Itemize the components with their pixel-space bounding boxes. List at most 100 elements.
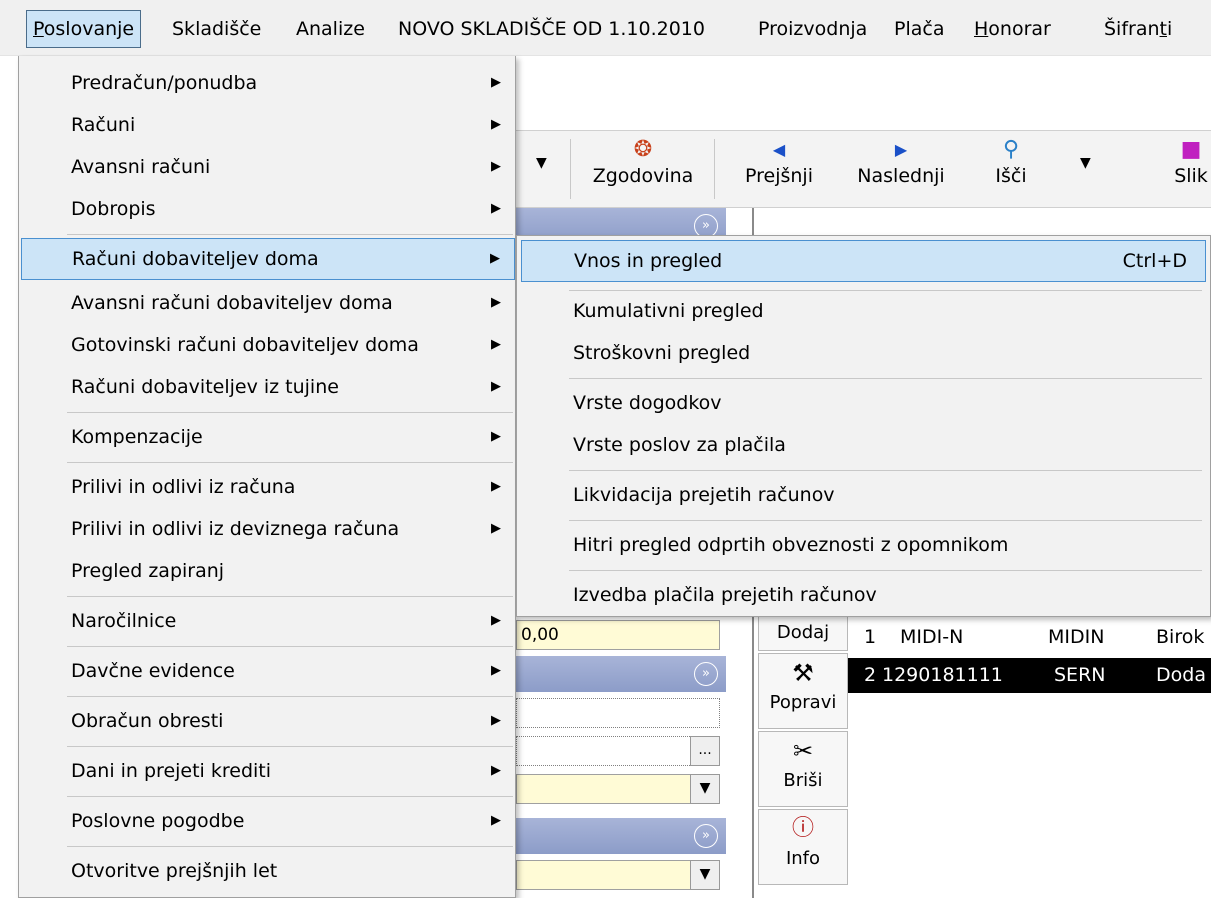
mnemonic: P	[33, 18, 44, 40]
previous-label: Prejšnji	[745, 165, 813, 187]
menu-item-pogodbe[interactable]: Poslovne pogodbe ▶	[21, 800, 515, 842]
menu-item-predracun[interactable]: Predračun/ponudba ▶	[21, 62, 515, 104]
menu-item-label: Vrste dogodkov	[573, 392, 722, 414]
collapse-icon[interactable]: »	[694, 662, 718, 686]
submenu-item-likvidacija[interactable]: Likvidacija prejetih računov	[521, 474, 1206, 516]
menu-item-label: Pregled zapiranj	[71, 560, 225, 582]
menu-item-label: Prilivi in odlivi iz računa	[71, 476, 296, 498]
menu-separator	[569, 378, 1202, 379]
menu-item-racuni[interactable]: Računi ▶	[21, 104, 515, 146]
table-row[interactable]: 2 1290181111 SERN Doda	[848, 658, 1211, 693]
menu-analize[interactable]: Analize	[290, 10, 371, 48]
scissors-icon: ✂	[792, 737, 814, 765]
menu-honorar[interactable]: Honorar	[968, 10, 1057, 48]
menu-item-dobaviteljev-tujina[interactable]: Računi dobaviteljev iz tujine ▶	[21, 366, 515, 408]
menu-proizvodnja[interactable]: Proizvodnja	[752, 10, 873, 48]
menu-poslovanje[interactable]: Poslovanje	[26, 10, 142, 48]
submenu-item-vrste-dogodkov[interactable]: Vrste dogodkov	[521, 382, 1206, 424]
menu-item-pregled-zapiranj[interactable]: Pregled zapiranj	[21, 550, 515, 592]
chevron-down-icon[interactable]: ▼	[1080, 155, 1091, 171]
shortcut-label: Ctrl+D	[1122, 250, 1187, 272]
section-header: »	[516, 818, 726, 854]
menu-item-racuni-dobaviteljev-doma[interactable]: Računi dobaviteljev doma ▶	[21, 238, 515, 280]
next-button[interactable]: ▶ Naslednji	[846, 135, 956, 187]
menu-item-label: Dobropis	[71, 198, 156, 220]
history-icon: ❂	[633, 137, 653, 162]
menu-item-avansni-dobaviteljev[interactable]: Avansni računi dobaviteljev doma ▶	[21, 282, 515, 324]
chevron-down-icon[interactable]: ▼	[690, 860, 720, 890]
menu-item-label: Stroškovni pregled	[573, 342, 751, 364]
menu-label: i	[1166, 18, 1173, 40]
menu-item-label: Avansni računi dobaviteljev doma	[71, 292, 393, 314]
pictures-button[interactable]: ■ Slik	[1166, 135, 1211, 187]
menu-item-label: Vnos in pregled	[574, 250, 723, 272]
history-button[interactable]: ❂ Zgodovina	[578, 135, 708, 187]
menu-separator	[569, 570, 1202, 571]
menu-separator	[569, 520, 1202, 521]
toolbar-separator	[570, 139, 571, 199]
menu-item-label: Računi	[71, 114, 136, 136]
menu-separator	[67, 796, 513, 797]
menu-item-prilivi-racun[interactable]: Prilivi in odlivi iz računa ▶	[21, 466, 515, 508]
menu-item-otvoritve[interactable]: Otvoritve prejšnjih let	[21, 850, 515, 892]
menu-item-label: Izvedba plačila prejetih računov	[573, 584, 877, 606]
row-number: 1	[864, 626, 877, 648]
amount-field[interactable]: 0,00	[516, 620, 720, 650]
menu-item-narocilnice[interactable]: Naročilnice ▶	[21, 600, 515, 642]
poslovanje-dropdown: Predračun/ponudba ▶ Računi ▶ Avansni račun…	[18, 56, 516, 898]
menu-item-label: Naročilnice	[71, 610, 177, 632]
menu-placa[interactable]: Plača	[888, 10, 950, 48]
menu-separator	[569, 470, 1202, 471]
submenu-item-izvedba-placila[interactable]: Izvedba plačila prejetih računov	[521, 574, 1206, 616]
menu-separator	[67, 462, 513, 463]
submenu-item-vnos-pregled[interactable]: Vnos in pregled Ctrl+D	[521, 240, 1206, 282]
menu-item-label: Gotovinski računi dobaviteljev doma	[71, 334, 419, 356]
lookup-button[interactable]: ...	[690, 736, 720, 766]
menu-item-label: Vrste poslov za plačila	[573, 434, 786, 456]
menu-item-gotovinski-dobaviteljev[interactable]: Gotovinski računi dobaviteljev doma ▶	[21, 324, 515, 366]
menu-item-obracun-obresti[interactable]: Obračun obresti ▶	[21, 700, 515, 742]
menu-item-prilivi-devizni[interactable]: Prilivi in odlivi iz deviznega računa ▶	[21, 508, 515, 550]
chevron-down-icon[interactable]: ▼	[690, 774, 720, 804]
menu-item-kompenzacije[interactable]: Kompenzacije ▶	[21, 416, 515, 458]
search-button[interactable]: ⚲ Išči	[976, 135, 1046, 187]
toolbar-separator	[714, 139, 715, 199]
menu-novo-skladisce[interactable]: NOVO SKLADIŠČE OD 1.10.2010	[392, 10, 711, 48]
delete-button[interactable]: ✂ Briši	[758, 731, 848, 807]
history-label: Zgodovina	[592, 165, 694, 187]
collapse-icon[interactable]: »	[694, 824, 718, 848]
menu-sifranti[interactable]: Šifranti	[1098, 10, 1178, 48]
submenu-arrow-icon: ▶	[491, 337, 501, 352]
menu-separator	[67, 646, 513, 647]
edit-button[interactable]: ⚒ Popravi	[758, 653, 848, 729]
text-field[interactable]	[516, 698, 720, 728]
menu-skladisce[interactable]: Skladišče	[166, 10, 267, 48]
pictures-label: Slik	[1174, 165, 1208, 187]
menu-item-davcne-evidence[interactable]: Davčne evidence ▶	[21, 650, 515, 692]
add-button[interactable]: Dodaj	[758, 615, 848, 651]
background-window-edge	[0, 56, 18, 898]
table-row[interactable]: 1 MIDI-N MIDIN Birok	[848, 620, 1211, 655]
menu-item-label: Kompenzacije	[71, 426, 203, 448]
menu-item-label: Poslovne pogodbe	[71, 810, 245, 832]
submenu-arrow-icon: ▶	[491, 763, 501, 778]
menu-item-krediti[interactable]: Dani in prejeti krediti ▶	[21, 750, 515, 792]
info-button[interactable]: ⓘ Info	[758, 809, 848, 885]
submenu-arrow-icon: ▶	[490, 251, 500, 266]
menu-item-label: Obračun obresti	[71, 710, 224, 732]
submenu-item-kumulativni[interactable]: Kumulativni pregled	[521, 290, 1206, 332]
row-short: MIDIN	[1048, 626, 1105, 648]
submenu-arrow-icon: ▶	[491, 613, 501, 628]
submenu-item-stroskovni[interactable]: Stroškovni pregled	[521, 332, 1206, 374]
row-code: 1290181111	[882, 664, 1003, 686]
submenu-item-hitri-pregled[interactable]: Hitri pregled odprtih obveznosti z opomn…	[521, 524, 1206, 566]
search-label: Išči	[995, 165, 1027, 187]
menu-separator	[67, 596, 513, 597]
mnemonic: H	[974, 18, 989, 40]
previous-button[interactable]: ◀ Prejšnji	[734, 135, 824, 187]
chevron-down-icon[interactable]: ▼	[536, 155, 547, 171]
menu-item-avansni-racuni[interactable]: Avansni računi ▶	[21, 146, 515, 188]
submenu-item-vrste-poslov[interactable]: Vrste poslov za plačila	[521, 424, 1206, 466]
menu-item-dobropis[interactable]: Dobropis ▶	[21, 188, 515, 230]
menu-item-label: Hitri pregled odprtih obveznosti z opomn…	[573, 534, 1009, 556]
